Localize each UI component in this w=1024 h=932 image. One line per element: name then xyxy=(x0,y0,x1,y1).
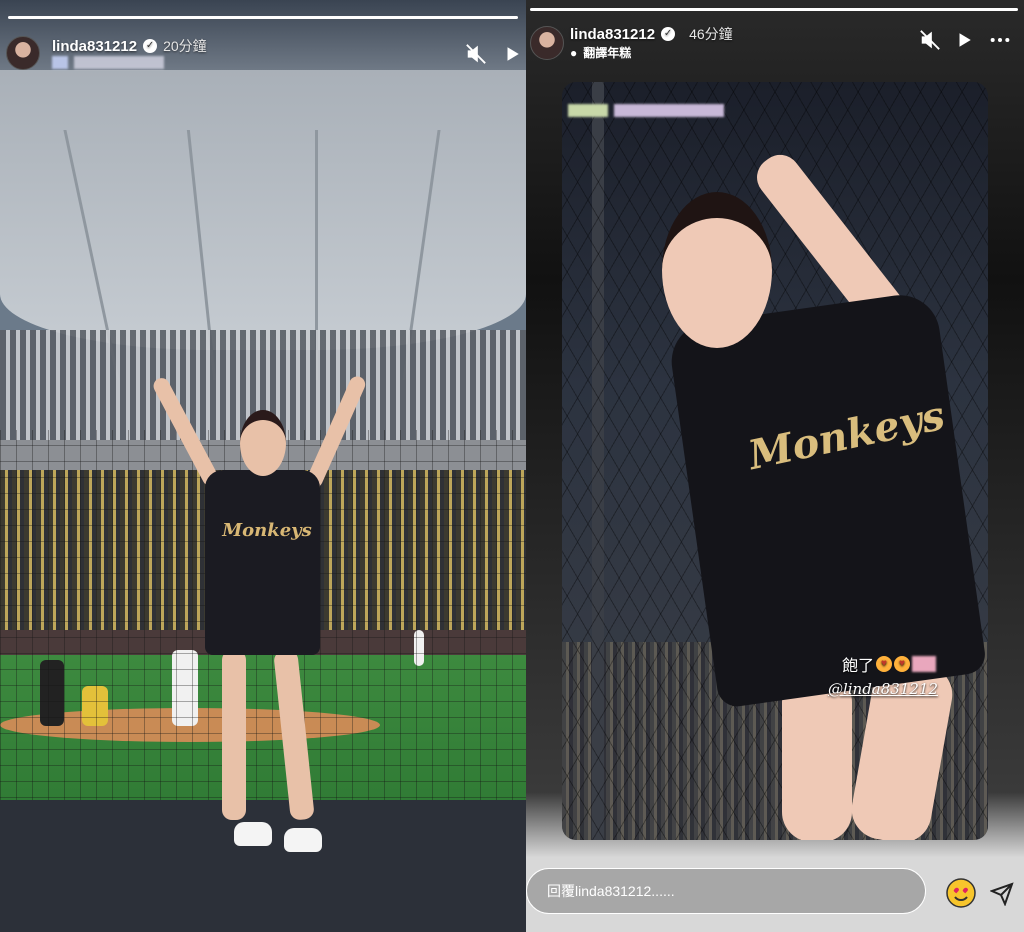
avatar[interactable] xyxy=(530,26,564,60)
dancer-right-shoe xyxy=(284,828,322,852)
story-media-frame[interactable]: Monkeys 飽了 ♥ ♥ @linda831212 xyxy=(562,82,988,840)
dancer-jersey xyxy=(205,470,320,655)
heart-eyes-emoji-icon: ♥ xyxy=(894,656,910,672)
mention-tag[interactable]: @linda831212 xyxy=(828,680,938,698)
play-icon[interactable] xyxy=(500,42,524,66)
blurred-sticker xyxy=(912,656,936,672)
speaker-muted-icon[interactable] xyxy=(464,42,488,66)
verified-check-icon: ✓ xyxy=(661,27,676,41)
dancer-head xyxy=(662,192,772,348)
story-subline xyxy=(52,56,164,69)
dome-roof xyxy=(0,70,526,380)
caption-sticker: 飽了 ♥ ♥ xyxy=(842,652,936,676)
reply-input[interactable]: 回覆linda831212...... xyxy=(526,868,926,914)
story-progress-bar xyxy=(8,16,518,19)
speaker-muted-icon[interactable] xyxy=(918,28,942,52)
username[interactable]: linda831212 xyxy=(52,38,137,55)
stage-floor xyxy=(0,800,526,932)
story-subline: ● 翻譯年糕 xyxy=(570,44,631,61)
story-user-row: linda831212 ✓ 20分鐘 xyxy=(52,36,207,56)
story-progress-bar xyxy=(530,8,1018,11)
right-story-panel: linda831212 ✓ 46分鐘 ● 翻譯年糕 Monkeys 飽了 ♥ ♥ xyxy=(526,0,1024,932)
username[interactable]: linda831212 xyxy=(570,26,655,43)
left-story-panel: Monkeys linda831212 ✓ 20分鐘 xyxy=(0,0,526,932)
music-note-icon: ● xyxy=(570,45,578,60)
verified-check-icon: ✓ xyxy=(143,39,158,53)
reply-placeholder: 回覆linda831212...... xyxy=(547,883,675,899)
blurred-text xyxy=(74,56,164,69)
story-user-row: linda831212 ✓ 46分鐘 xyxy=(570,24,733,44)
jersey-text: Monkeys xyxy=(222,520,312,541)
send-icon[interactable] xyxy=(988,880,1016,908)
sticker-text: 飽了 xyxy=(841,658,874,675)
more-icon[interactable] xyxy=(988,28,1012,52)
avatar[interactable] xyxy=(6,36,40,70)
blurred-icon xyxy=(52,56,68,69)
time-ago: 20分鐘 xyxy=(163,38,207,54)
heart-eyes-emoji-icon: ♥ xyxy=(876,656,892,672)
blurred-header xyxy=(568,104,724,117)
dancer-left-shoe xyxy=(234,822,272,846)
play-icon[interactable] xyxy=(952,28,976,52)
heart-eyes-emoji-icon[interactable] xyxy=(944,876,978,910)
dancer-jersey xyxy=(666,290,988,709)
dancer-left-leg xyxy=(222,650,246,820)
time-ago: 46分鐘 xyxy=(689,26,733,42)
dancer-head xyxy=(240,410,286,476)
translate-label[interactable]: 翻譯年糕 xyxy=(583,44,631,61)
